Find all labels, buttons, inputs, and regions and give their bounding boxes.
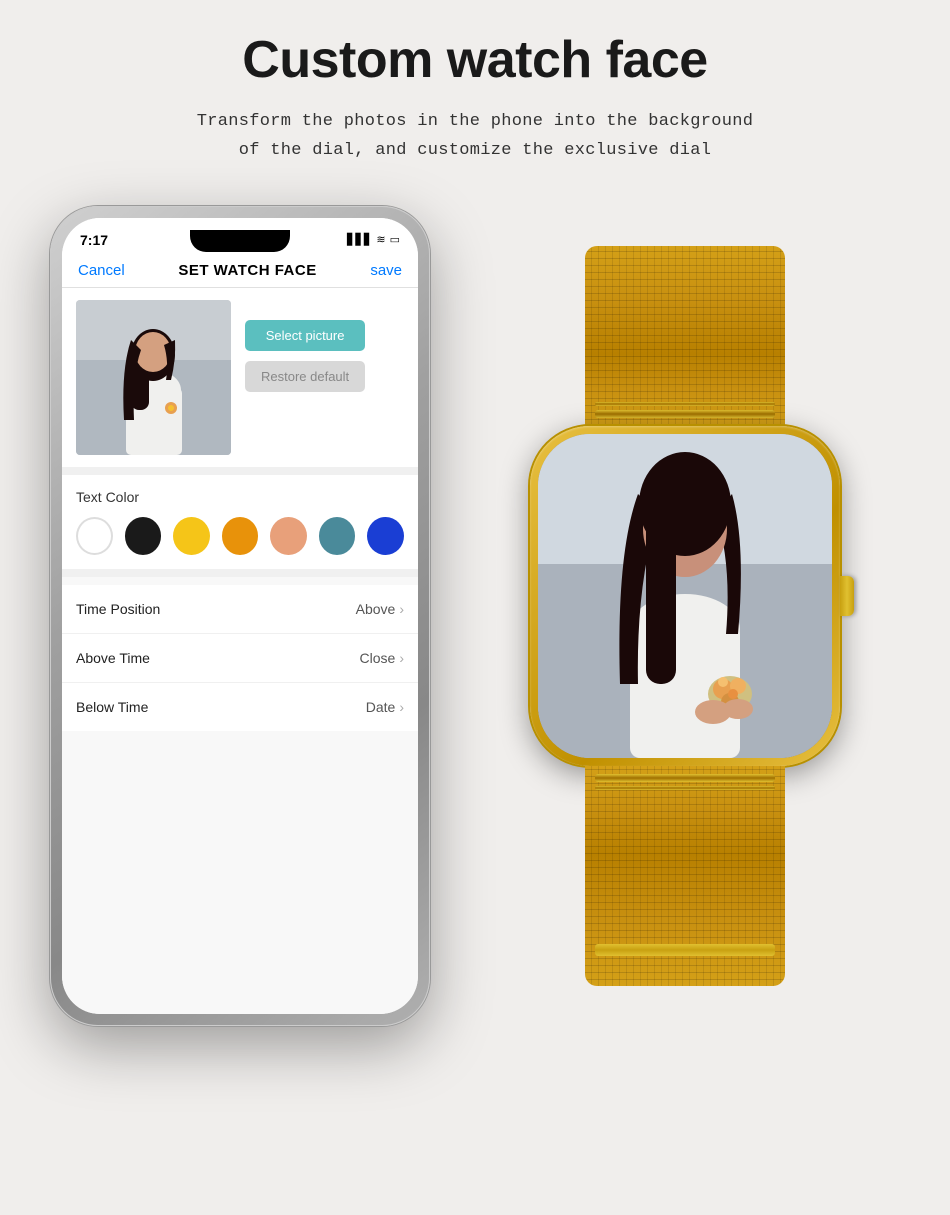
color-circles: [76, 517, 404, 555]
setting-row-time-position[interactable]: Time Position Above ›: [62, 585, 418, 634]
watch-container: [495, 246, 875, 986]
chevron-icon-above-time: ›: [399, 650, 404, 666]
phone-status-icons: ▋▋▋ ≋ ▭: [347, 233, 400, 246]
setting-label-below-time: Below Time: [76, 699, 148, 715]
setting-row-below-time[interactable]: Below Time Date ›: [62, 683, 418, 731]
band-bar-bottom-2: [595, 786, 775, 790]
chevron-icon-below-time: ›: [399, 699, 404, 715]
page-subtitle: Transform the photos in the phone into t…: [197, 108, 754, 166]
setting-value-above-time: Close ›: [360, 650, 404, 666]
band-connector-top: [595, 410, 775, 418]
status-bar: 7:17 ▋▋▋ ≋ ▭: [62, 218, 418, 254]
setting-value-below-time: Date ›: [366, 699, 404, 715]
screen-title: SET WATCH FACE: [178, 262, 316, 279]
color-option-blue[interactable]: [367, 517, 404, 555]
wifi-icon: ≋: [376, 233, 385, 246]
watch-photo: [538, 434, 832, 758]
band-bar-top-2: [595, 402, 775, 406]
chevron-icon-time-position: ›: [399, 601, 404, 617]
photo-section: Select picture Restore default: [62, 288, 418, 467]
setting-value-text-below-time: Date: [366, 699, 396, 715]
save-button[interactable]: save: [370, 262, 402, 279]
section-divider-2: [62, 569, 418, 577]
photo-actions: Select picture Restore default: [245, 300, 365, 392]
watch-band-bottom: [585, 766, 785, 986]
band-clasp: [595, 944, 775, 956]
watch-screen: [538, 434, 832, 758]
signal-icon: ▋▋▋: [347, 233, 372, 246]
watch-case: [530, 426, 840, 766]
cancel-button[interactable]: Cancel: [78, 262, 125, 279]
band-connector-bottom: [595, 774, 775, 782]
phone-frame: 7:17 ▋▋▋ ≋ ▭ Cancel SET WATCH FACE: [50, 206, 430, 1026]
color-option-black[interactable]: [125, 517, 162, 555]
section-divider-1: [62, 467, 418, 475]
phone-time: 7:17: [80, 232, 108, 248]
phone-notch: [190, 230, 290, 252]
app-content: Select picture Restore default Text Colo…: [62, 288, 418, 1014]
setting-value-time-position: Above ›: [356, 601, 404, 617]
setting-row-above-time[interactable]: Above Time Close ›: [62, 634, 418, 683]
color-option-yellow[interactable]: [173, 517, 210, 555]
color-option-orange[interactable]: [222, 517, 259, 555]
text-color-section: Text Color: [62, 475, 418, 569]
photo-thumbnail[interactable]: [76, 300, 231, 455]
setting-value-text-above-time: Close: [360, 650, 396, 666]
watch-wrapper: [470, 206, 900, 1026]
color-option-teal[interactable]: [319, 517, 356, 555]
setting-label-above-time: Above Time: [76, 650, 150, 666]
setting-value-text-time-position: Above: [356, 601, 396, 617]
app-header: Cancel SET WATCH FACE save: [62, 254, 418, 288]
page-container: Custom watch face Transform the photos i…: [0, 0, 950, 1215]
settings-list: Time Position Above › Above Time Close: [62, 585, 418, 731]
text-color-label: Text Color: [76, 489, 404, 505]
color-option-peach[interactable]: [270, 517, 307, 555]
band-mesh-top: [585, 246, 785, 426]
phone-wrapper: 7:17 ▋▋▋ ≋ ▭ Cancel SET WATCH FACE: [50, 206, 430, 1026]
restore-default-button[interactable]: Restore default: [245, 361, 365, 392]
color-option-white[interactable]: [76, 517, 113, 555]
select-picture-button[interactable]: Select picture: [245, 320, 365, 351]
page-title: Custom watch face: [242, 30, 707, 90]
battery-icon: ▭: [390, 233, 400, 246]
setting-label-time-position: Time Position: [76, 601, 160, 617]
photo-image: [76, 300, 231, 455]
watch-band-top: [585, 246, 785, 426]
phone-inner: 7:17 ▋▋▋ ≋ ▭ Cancel SET WATCH FACE: [62, 218, 418, 1014]
watch-screen-image: [538, 434, 832, 758]
devices-row: 7:17 ▋▋▋ ≋ ▭ Cancel SET WATCH FACE: [40, 206, 910, 1026]
watch-crown: [840, 576, 854, 616]
